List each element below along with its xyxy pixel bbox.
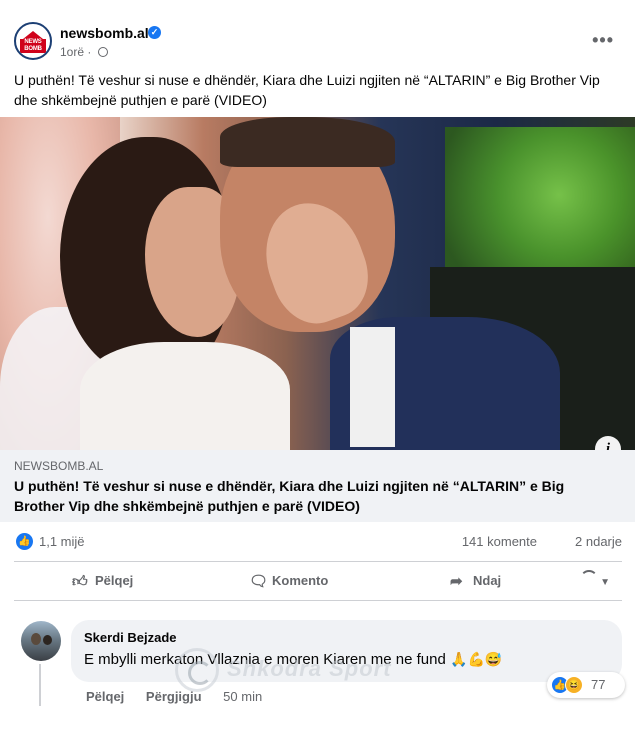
like-button[interactable]: 👍︎ Pëlqej (72, 571, 133, 591)
comment-time[interactable]: 50 min (223, 689, 262, 704)
post-header: NEWS BOMB newsbomb.al ✓ 1orë · ••• (14, 22, 624, 64)
comment-reaction-count: 77 (591, 677, 606, 692)
comment-actions: Pëlqej Përgjigju 50 min (86, 689, 280, 704)
avatar-figure (43, 635, 52, 645)
photo-groom-hair (220, 117, 395, 167)
post-actions: 👍︎ Pëlqej 🗨︎ Komento ➦ Ndaj ▼ (14, 566, 622, 596)
comment-reply-button[interactable]: Përgjigju (146, 689, 202, 704)
reaction-selector-button[interactable]: ▼ (580, 570, 610, 591)
link-title[interactable]: U puthën! Të veshur si nuse e dhëndër, K… (14, 476, 614, 516)
globe-icon (97, 47, 108, 57)
photo-collar (350, 327, 395, 447)
logo-roof-shape (23, 31, 43, 39)
logo-text: NEWS BOMB (20, 39, 46, 53)
like-reaction-icon: 👍 (16, 533, 33, 550)
comment-emojis: 🙏💪😅 (450, 651, 503, 667)
reactions-count[interactable]: 1,1 mijë (39, 534, 85, 549)
comment-body: E mbylli merkaton Vllaznia e moren Kiare… (84, 651, 446, 668)
haha-reaction-icon: 😆 (565, 676, 583, 694)
caret-down-icon: ▼ (600, 577, 610, 588)
post-meta: 1orë · (60, 45, 108, 59)
comments-count[interactable]: 141 komente (462, 534, 537, 549)
post-stats: 👍 1,1 mijë 141 komente 2 ndarje (14, 532, 622, 552)
comment-bubble: Skerdi Bejzade E mbylli merkaton Vllazni… (71, 620, 622, 682)
comment-reactions[interactable]: 👍 😆 77 (547, 672, 625, 698)
page-name-link[interactable]: newsbomb.al (60, 25, 149, 41)
commenter-name[interactable]: Skerdi Bejzade (84, 630, 177, 645)
post-image[interactable]: i (0, 117, 635, 450)
post-text: U puthën! Të veshur si nuse e dhëndër, K… (14, 72, 600, 108)
page-avatar[interactable]: NEWS BOMB (14, 22, 52, 60)
link-domain: NEWSBOMB.AL (14, 459, 104, 473)
divider (14, 600, 622, 601)
commenter-avatar[interactable] (21, 621, 61, 661)
avatar-figure (31, 633, 41, 645)
comment-button[interactable]: 🗨︎ Komento (249, 571, 328, 591)
link-preview[interactable]: NEWSBOMB.AL U puthën! Të veshur si nuse … (0, 450, 635, 522)
like-label: Pëlqej (95, 573, 134, 588)
comment-label: Komento (272, 573, 329, 588)
comment-text: E mbylli merkaton Vllaznia e moren Kiare… (84, 651, 502, 668)
share-label: Ndaj (473, 573, 502, 588)
share-button[interactable]: ➦ Ndaj (450, 571, 501, 591)
thread-line (39, 664, 41, 706)
comment-like-button[interactable]: Pëlqej (86, 689, 124, 704)
share-arrow-icon: ➦ (450, 573, 463, 590)
verified-badge-icon: ✓ (148, 26, 161, 39)
more-horizontal-icon[interactable]: ••• (592, 30, 614, 51)
thumbs-up-icon: 👍︎ (72, 573, 88, 590)
photo-dress (80, 342, 290, 450)
post-time[interactable]: 1orë (60, 45, 84, 59)
shares-count[interactable]: 2 ndarje (575, 534, 622, 549)
spinner-icon (580, 570, 599, 588)
comment-bubble-icon: 🗨︎ (249, 573, 269, 590)
divider (14, 561, 622, 562)
